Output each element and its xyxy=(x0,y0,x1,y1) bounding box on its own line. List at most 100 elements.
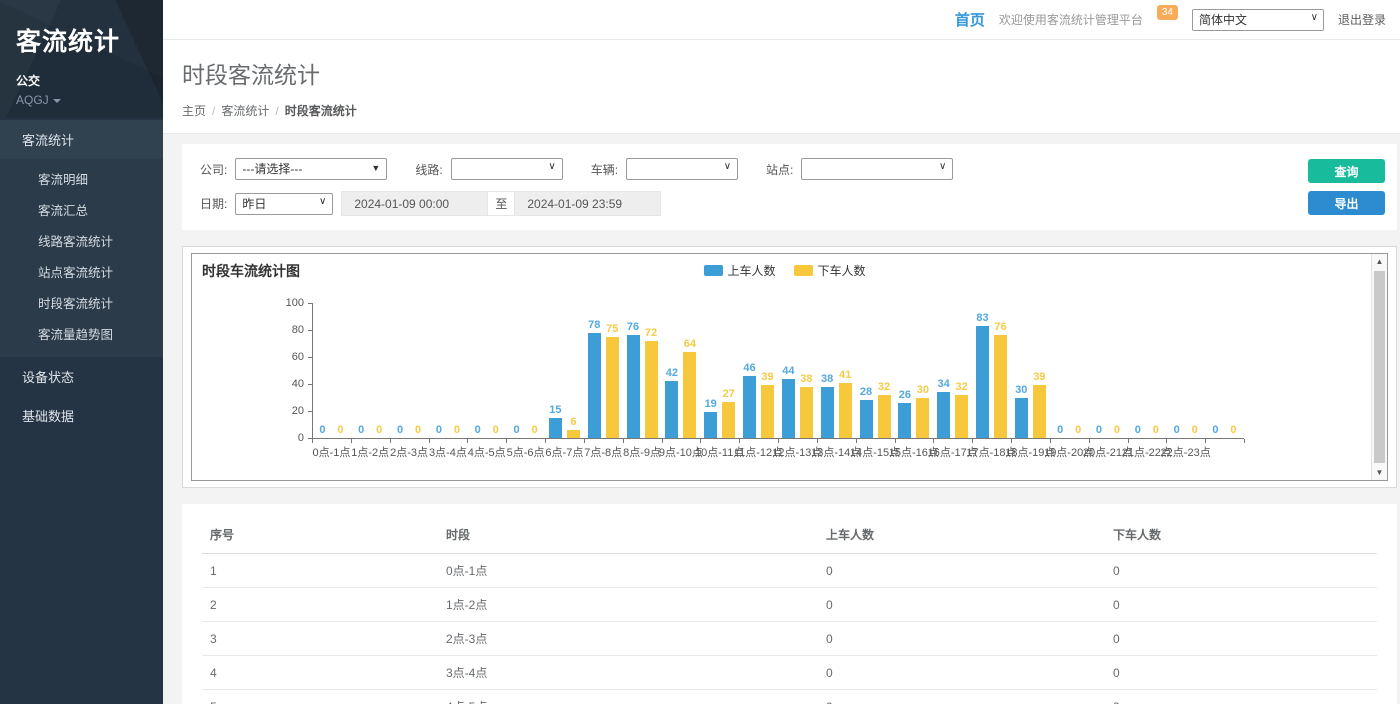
line-select[interactable] xyxy=(451,158,563,180)
bar[interactable]: 26 xyxy=(898,403,911,438)
bar-value-label: 0 xyxy=(1075,424,1081,436)
header-period: 时段 xyxy=(438,516,818,554)
x-tick-mark xyxy=(1166,439,1167,443)
sidebar-item-8[interactable]: 基础数据 xyxy=(0,396,163,435)
sidebar-item-2[interactable]: 客流汇总 xyxy=(0,194,163,225)
date-preset-select[interactable]: 昨日 xyxy=(235,193,333,215)
bar-value-label: 27 xyxy=(723,388,735,400)
bar-value-label: 0 xyxy=(531,424,537,436)
table-row: 32点-3点00 xyxy=(202,622,1377,656)
bar-value-label: 0 xyxy=(1096,424,1102,436)
bar[interactable]: 32 xyxy=(955,395,968,438)
logout-link[interactable]: 退出登录 xyxy=(1338,11,1386,28)
legend-item[interactable]: 上车人数 xyxy=(703,262,775,279)
chart-legend: 上车人数 下车人数 xyxy=(703,262,875,279)
bar-rect xyxy=(937,392,950,438)
sidebar-item-7[interactable]: 设备状态 xyxy=(0,357,163,396)
x-axis-label: 6点-7点 xyxy=(545,444,583,460)
bar-group: 192710点-11点 xyxy=(700,303,739,438)
y-tick-mark xyxy=(308,411,312,412)
language-select[interactable]: 简体中文 xyxy=(1192,9,1324,31)
bar[interactable]: 76 xyxy=(994,335,1007,438)
bar[interactable]: 39 xyxy=(1033,385,1046,438)
bar-value-label: 76 xyxy=(627,321,639,333)
bar[interactable]: 76 xyxy=(627,335,640,438)
bar[interactable]: 83 xyxy=(976,326,989,438)
bar[interactable]: 75 xyxy=(606,337,619,438)
chart-panel: 时段车流统计图 上车人数下车人数 000点-1点001点-2点002点-3点00… xyxy=(182,246,1397,488)
bar[interactable]: 28 xyxy=(860,400,873,438)
breadcrumb-section[interactable]: 客流统计 xyxy=(221,104,269,118)
x-tick-mark xyxy=(778,439,779,443)
header-index: 序号 xyxy=(202,516,438,554)
bar-rect xyxy=(782,379,795,438)
bar[interactable]: 46 xyxy=(743,376,756,438)
bar[interactable]: 15 xyxy=(549,418,562,438)
table-row: 43点-4点00 xyxy=(202,656,1377,690)
bar-value-label: 78 xyxy=(588,319,600,331)
bar[interactable]: 64 xyxy=(683,352,696,438)
sidebar-logo-area: 客流统计 公交 AQGJ xyxy=(0,0,163,118)
bar[interactable]: 39 xyxy=(761,385,774,438)
station-select[interactable] xyxy=(801,158,953,180)
bar-value-label: 19 xyxy=(705,398,717,410)
bar[interactable]: 27 xyxy=(722,402,735,438)
sidebar-menu: 客流统计客流明细客流汇总线路客流统计站点客流统计时段客流统计客流量趋势图设备状态… xyxy=(0,120,163,435)
table-cell: 4 xyxy=(202,656,438,690)
table-cell: 1点-2点 xyxy=(438,588,818,622)
bar-value-label: 41 xyxy=(839,369,851,381)
sidebar-item-6[interactable]: 客流量趋势图 xyxy=(0,318,163,349)
breadcrumb-home[interactable]: 主页 xyxy=(182,104,206,118)
bar-value-label: 38 xyxy=(800,373,812,385)
sidebar-item-0[interactable]: 客流统计 xyxy=(0,120,163,159)
bar-group: 384113点-14点 xyxy=(817,303,856,438)
scroll-up-icon[interactable]: ▲ xyxy=(1372,257,1387,266)
table-cell: 0 xyxy=(1105,554,1377,588)
sidebar-item-1[interactable]: 客流明细 xyxy=(0,163,163,194)
sidebar-item-5[interactable]: 时段客流统计 xyxy=(0,287,163,318)
bar[interactable]: 44 xyxy=(782,379,795,438)
sidebar-item-4[interactable]: 站点客流统计 xyxy=(0,256,163,287)
bar[interactable]: 34 xyxy=(937,392,950,438)
station-label: 站点: xyxy=(766,161,793,178)
table-cell: 0 xyxy=(1105,622,1377,656)
station-select-wrap xyxy=(801,158,953,180)
bar-rect xyxy=(567,430,580,438)
home-link[interactable]: 首页 xyxy=(955,9,985,30)
y-tick-label: 80 xyxy=(292,324,304,336)
bar-value-label: 28 xyxy=(860,386,872,398)
bar[interactable]: 78 xyxy=(588,333,601,438)
bar-group: 42649点-10点 xyxy=(661,303,700,438)
bar-value-label: 15 xyxy=(549,404,561,416)
bar[interactable]: 6 xyxy=(567,430,580,438)
bar[interactable]: 41 xyxy=(839,383,852,438)
legend-item[interactable]: 下车人数 xyxy=(794,262,866,279)
bar-group: 263015点-16点 xyxy=(894,303,933,438)
scrollbar-thumb[interactable] xyxy=(1374,271,1385,463)
date-start-input[interactable] xyxy=(341,191,488,216)
bar-value-label: 0 xyxy=(513,424,519,436)
bar[interactable]: 42 xyxy=(665,381,678,438)
scroll-down-icon[interactable]: ▼ xyxy=(1372,468,1387,477)
chart-vertical-scrollbar[interactable]: ▲ ▼ xyxy=(1371,254,1387,480)
bar[interactable]: 30 xyxy=(916,398,929,439)
company-select[interactable]: ---请选择--- xyxy=(235,158,387,180)
bar-rect xyxy=(761,385,774,438)
org-code-dropdown[interactable]: AQGJ xyxy=(16,93,163,107)
bar[interactable]: 38 xyxy=(821,387,834,438)
bar[interactable]: 19 xyxy=(704,412,717,438)
bar[interactable]: 38 xyxy=(800,387,813,438)
page-title: 时段客流统计 xyxy=(182,56,1400,90)
vehicle-select[interactable] xyxy=(626,158,738,180)
bar[interactable]: 30 xyxy=(1015,398,1028,439)
export-button[interactable]: 导出 xyxy=(1308,191,1385,215)
query-button[interactable]: 查询 xyxy=(1308,159,1385,183)
bar[interactable]: 72 xyxy=(645,341,658,438)
welcome-text: 欢迎使用客流统计管理平台 xyxy=(999,11,1143,28)
bar[interactable]: 32 xyxy=(878,395,891,438)
bar-group: 463911点-12点 xyxy=(739,303,778,438)
bar-rect xyxy=(821,387,834,438)
sidebar-item-3[interactable]: 线路客流统计 xyxy=(0,225,163,256)
date-end-input[interactable] xyxy=(514,191,661,216)
table-cell: 0 xyxy=(818,554,1105,588)
